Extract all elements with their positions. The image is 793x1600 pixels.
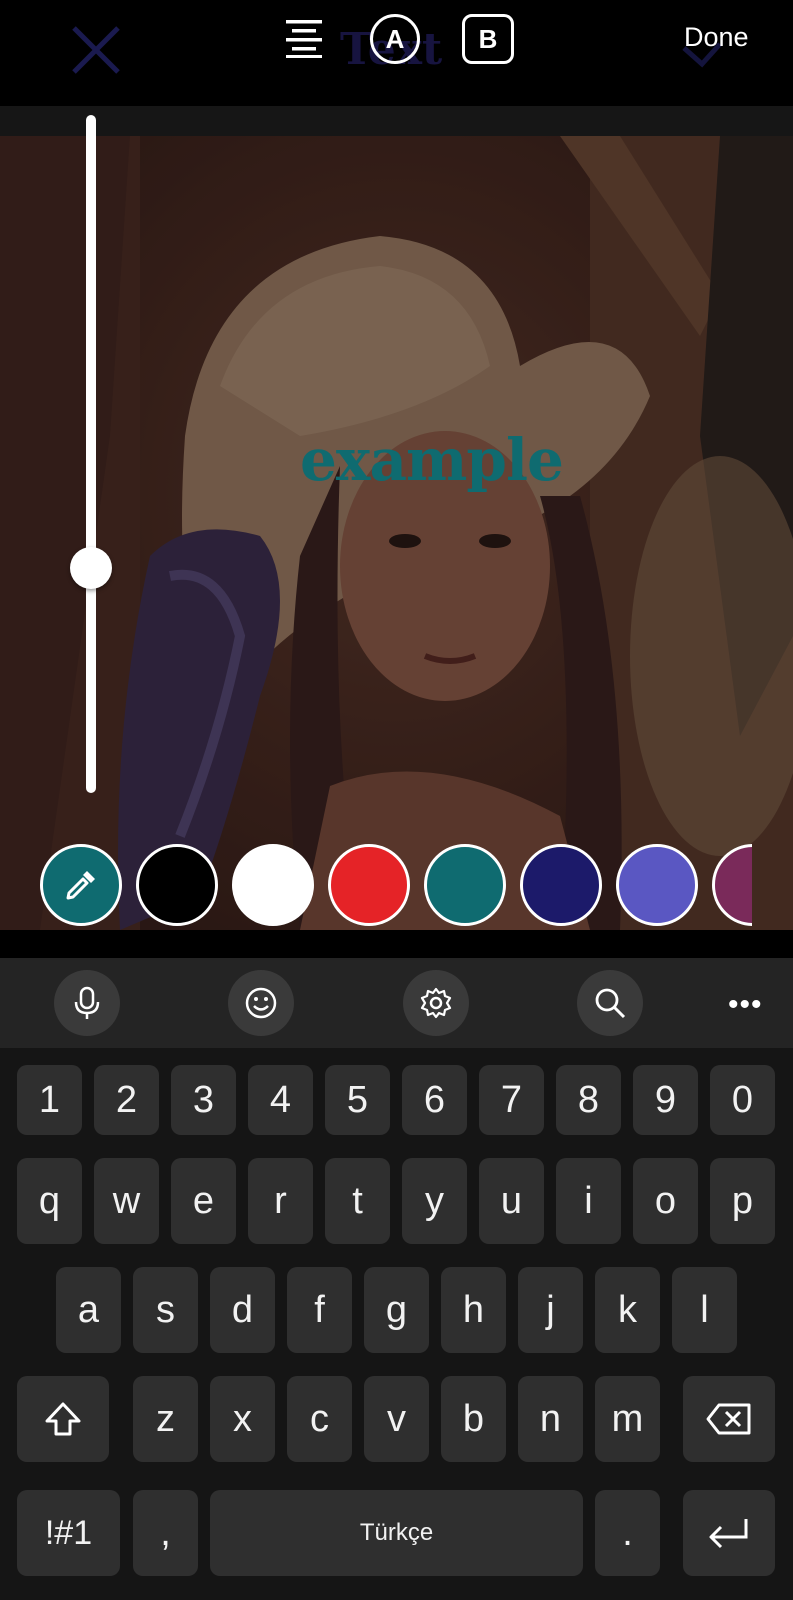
shift-icon <box>45 1402 81 1436</box>
font-style-a-button[interactable]: A <box>370 14 420 64</box>
settings-icon <box>420 987 452 1019</box>
key-9[interactable]: 9 <box>633 1065 698 1135</box>
keyboard-settings-button[interactable] <box>403 970 469 1036</box>
key-m[interactable]: m <box>595 1376 660 1462</box>
color-swatch-black[interactable] <box>136 844 218 926</box>
color-swatch-teal[interactable] <box>424 844 506 926</box>
key-g[interactable]: g <box>364 1267 429 1353</box>
key-5[interactable]: 5 <box>325 1065 390 1135</box>
color-swatch-red[interactable] <box>328 844 410 926</box>
photo-dim-overlay <box>0 136 793 930</box>
text-size-slider[interactable] <box>86 115 96 793</box>
microphone-button[interactable] <box>54 970 120 1036</box>
symbols-key[interactable]: !#1 <box>17 1490 120 1576</box>
key-h[interactable]: h <box>441 1267 506 1353</box>
key-r[interactable]: r <box>248 1158 313 1244</box>
microphone-icon <box>74 986 100 1019</box>
done-button[interactable]: Done <box>684 22 749 53</box>
key-e[interactable]: e <box>171 1158 236 1244</box>
search-icon <box>595 988 626 1019</box>
font-style-b-button[interactable]: B <box>462 14 514 64</box>
color-picker-button[interactable] <box>40 844 122 926</box>
key-q[interactable]: q <box>17 1158 82 1244</box>
key-7[interactable]: 7 <box>479 1065 544 1135</box>
key-f[interactable]: f <box>287 1267 352 1353</box>
backspace-icon <box>706 1403 751 1435</box>
key-l[interactable]: l <box>672 1267 737 1353</box>
key-2[interactable]: 2 <box>94 1065 159 1135</box>
key-d[interactable]: d <box>210 1267 275 1353</box>
key-i[interactable]: i <box>556 1158 621 1244</box>
photo-canvas[interactable]: example <box>0 136 793 930</box>
keyboard-gap <box>0 930 793 960</box>
key-s[interactable]: s <box>133 1267 198 1353</box>
color-swatch-plum[interactable] <box>712 844 752 926</box>
top-bar: Text A B Done <box>0 0 793 106</box>
more-options-button[interactable]: ••• <box>728 988 763 1022</box>
key-1[interactable]: 1 <box>17 1065 82 1135</box>
key-o[interactable]: o <box>633 1158 698 1244</box>
editable-text[interactable]: example <box>300 426 564 494</box>
close-icon[interactable] <box>68 22 124 78</box>
key-j[interactable]: j <box>518 1267 583 1353</box>
keyboard-search-button[interactable] <box>577 970 643 1036</box>
key-x[interactable]: x <box>210 1376 275 1462</box>
key-z[interactable]: z <box>133 1376 198 1462</box>
key-t[interactable]: t <box>325 1158 390 1244</box>
key-c[interactable]: c <box>287 1376 352 1462</box>
key-0[interactable]: 0 <box>710 1065 775 1135</box>
emoji-button[interactable] <box>228 970 294 1036</box>
color-swatch-periwinkle[interactable] <box>616 844 698 926</box>
key-b[interactable]: b <box>441 1376 506 1462</box>
key-6[interactable]: 6 <box>402 1065 467 1135</box>
top-strip <box>0 106 793 136</box>
key-n[interactable]: n <box>518 1376 583 1462</box>
key-a[interactable]: a <box>56 1267 121 1353</box>
emoji-icon <box>245 987 277 1019</box>
space-bar[interactable]: Türkçe <box>210 1490 583 1576</box>
comma-key[interactable]: , <box>133 1490 198 1576</box>
period-key[interactable]: . <box>595 1490 660 1576</box>
color-swatches <box>40 844 752 928</box>
enter-icon <box>709 1519 748 1549</box>
text-align-center-icon[interactable] <box>284 18 324 58</box>
eyedropper-icon <box>66 871 95 900</box>
color-swatch-navy[interactable] <box>520 844 602 926</box>
key-w[interactable]: w <box>94 1158 159 1244</box>
backspace-key[interactable] <box>683 1376 775 1462</box>
slider-handle[interactable] <box>70 547 112 589</box>
key-4[interactable]: 4 <box>248 1065 313 1135</box>
key-u[interactable]: u <box>479 1158 544 1244</box>
key-3[interactable]: 3 <box>171 1065 236 1135</box>
key-y[interactable]: y <box>402 1158 467 1244</box>
enter-key[interactable] <box>683 1490 775 1576</box>
key-v[interactable]: v <box>364 1376 429 1462</box>
key-k[interactable]: k <box>595 1267 660 1353</box>
shift-key[interactable] <box>17 1376 109 1462</box>
color-swatch-white[interactable] <box>232 844 314 926</box>
key-8[interactable]: 8 <box>556 1065 621 1135</box>
key-p[interactable]: p <box>710 1158 775 1244</box>
